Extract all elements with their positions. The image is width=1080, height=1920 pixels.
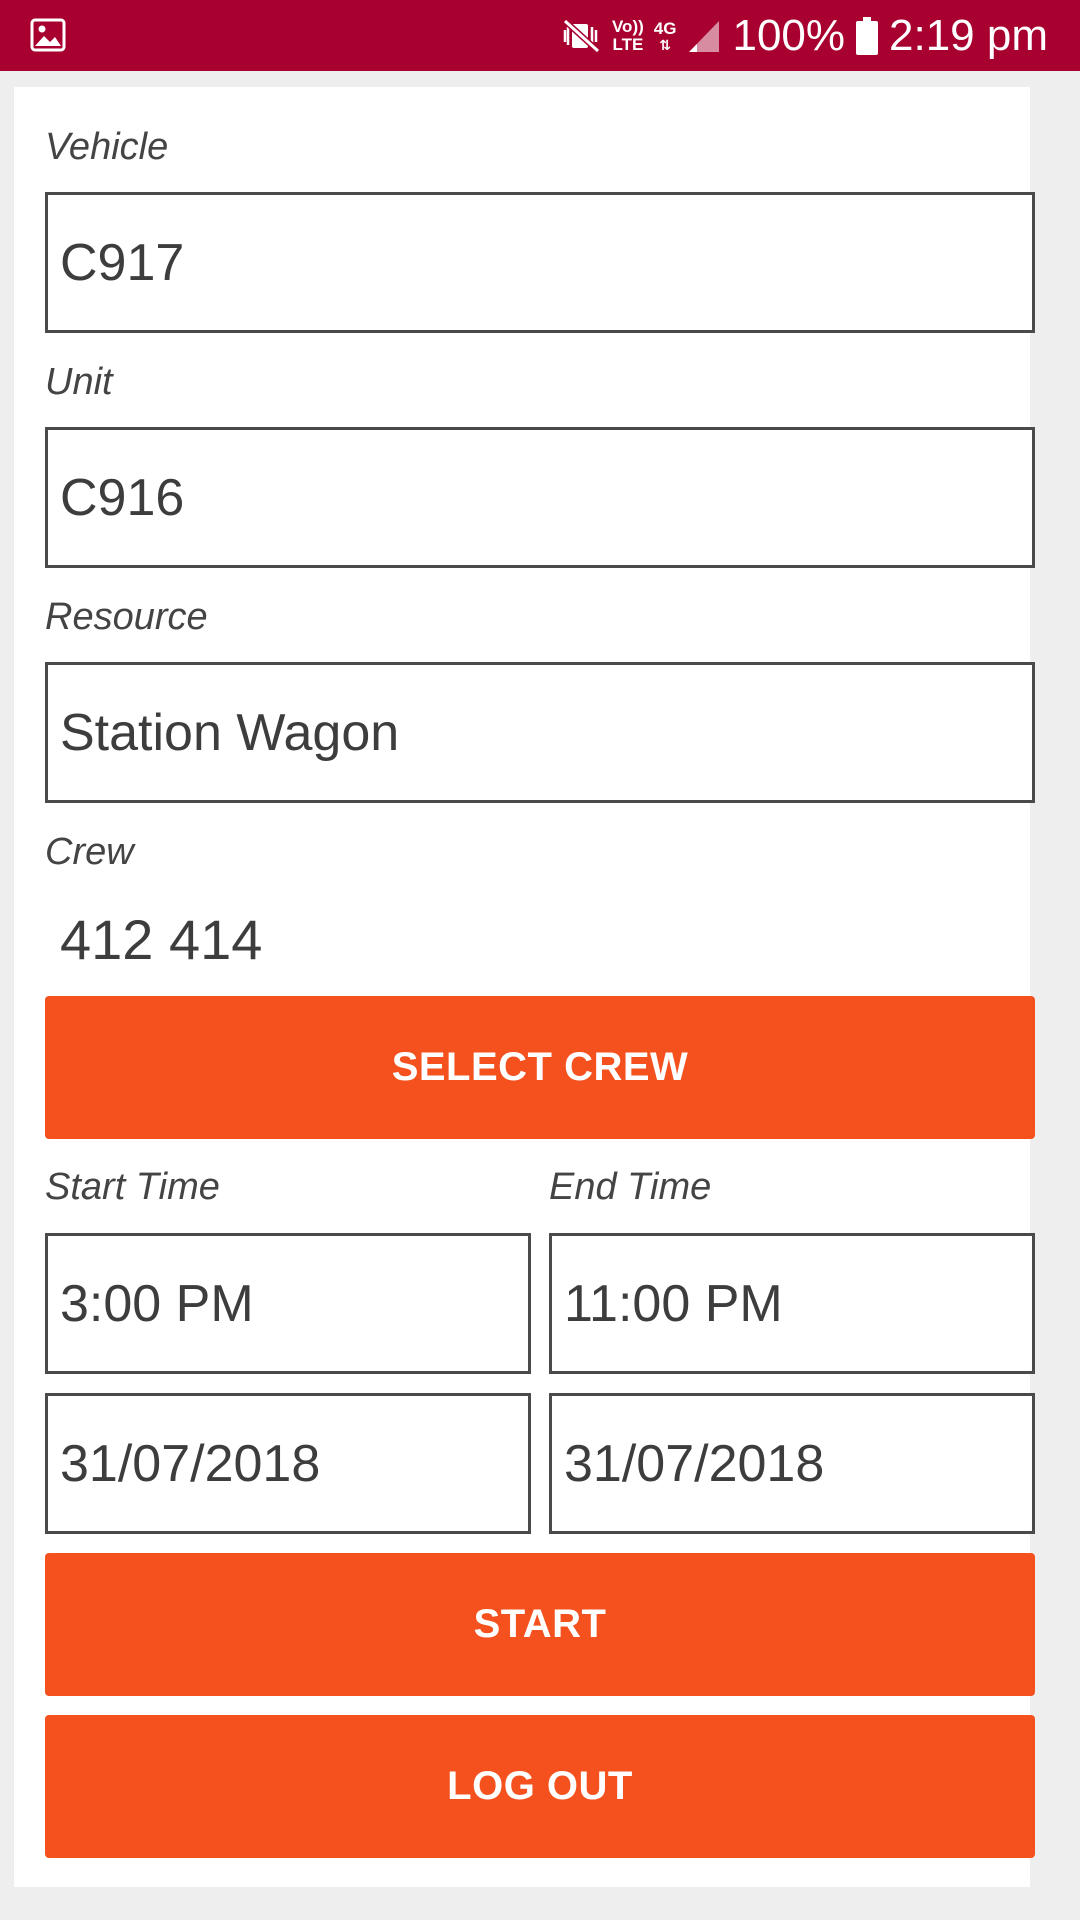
image-icon xyxy=(30,17,66,53)
vehicle-label: Vehicle xyxy=(45,126,169,168)
logout-button[interactable]: LOG OUT xyxy=(45,1715,1035,1858)
form-card: Vehicle C917 Unit C916 Resource Station … xyxy=(14,87,1035,1887)
start-button[interactable]: START xyxy=(45,1553,1035,1696)
resource-field[interactable]: Station Wagon xyxy=(45,662,1035,803)
data-arrows-icon: ⇅ xyxy=(659,36,671,53)
start-time-label: Start Time xyxy=(45,1166,220,1208)
end-date-field[interactable]: 31/07/2018 xyxy=(549,1393,1035,1534)
4g-icon: 4G ⇅ xyxy=(653,18,677,53)
clock: 2:19 pm xyxy=(889,11,1048,60)
battery-icon xyxy=(855,16,879,55)
volte-bottom: LTE xyxy=(612,34,644,54)
net-type: 4G xyxy=(653,18,677,38)
crew-label: Crew xyxy=(45,831,134,873)
end-date-value: 31/07/2018 xyxy=(564,1434,825,1493)
vehicle-field[interactable]: C917 xyxy=(45,192,1035,333)
status-bar: Vo)) LTE 4G ⇅ 100% 2:19 pm xyxy=(0,0,1080,71)
battery-percent: 100% xyxy=(732,11,846,60)
start-date-field[interactable]: 31/07/2018 xyxy=(45,1393,531,1534)
crew-value: 412 414 xyxy=(60,908,263,971)
vehicle-value: C917 xyxy=(60,233,185,292)
end-time-field[interactable]: 11:00 PM xyxy=(549,1233,1035,1374)
signal-icon xyxy=(686,18,722,54)
start-date-value: 31/07/2018 xyxy=(60,1434,321,1493)
volte-top: Vo)) xyxy=(611,16,644,36)
mute-vibrate-icon xyxy=(562,18,602,54)
start-time-field[interactable]: 3:00 PM xyxy=(45,1233,531,1374)
end-time-label: End Time xyxy=(549,1166,712,1208)
start-time-value: 3:00 PM xyxy=(60,1274,254,1333)
unit-value: C916 xyxy=(60,468,185,527)
select-crew-button[interactable]: SELECT CREW xyxy=(45,996,1035,1139)
unit-field[interactable]: C916 xyxy=(45,427,1035,568)
status-icons: Vo)) LTE 4G ⇅ 100% 2:19 pm xyxy=(562,0,1048,71)
resource-label: Resource xyxy=(45,596,208,638)
unit-label: Unit xyxy=(45,361,113,403)
volte-icon: Vo)) LTE xyxy=(611,16,644,54)
end-time-value: 11:00 PM xyxy=(564,1274,783,1333)
resource-value: Station Wagon xyxy=(60,703,400,762)
